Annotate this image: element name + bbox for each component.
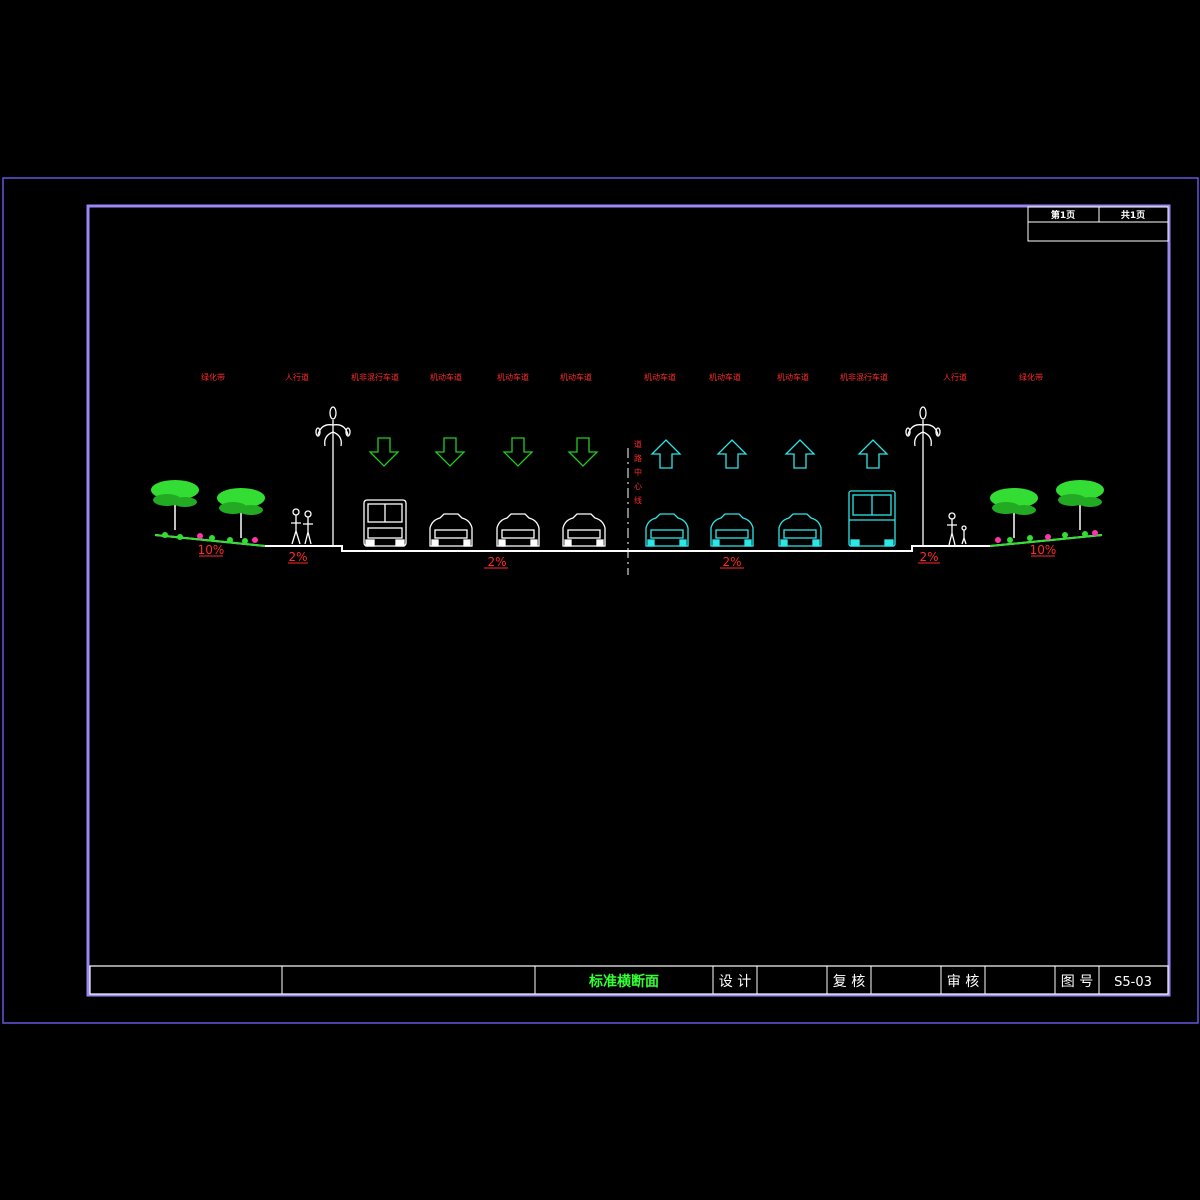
arrow-up-icon [716,439,748,469]
arrow-down-icon [368,437,400,467]
lane-label: 机动车道 [644,372,676,382]
pedestrian-with-child-icon [947,512,967,546]
tree-icon [990,488,1038,538]
svg-text:心: 心 [634,482,642,491]
slope-label: 10% [198,543,225,557]
up-arrows [650,439,889,469]
lane-labels: 绿化带 人行道 机非混行车道 机动车道 机动车道 机动车道 机动车道 机动车道 … [201,372,1043,382]
car-icon [496,513,540,547]
shrubs [162,530,1098,544]
lane-label: 机动车道 [777,372,809,382]
street-lamp-icon [315,406,351,546]
drawing-no-label: 图 号 [1061,974,1093,990]
arrow-up-icon [784,439,816,469]
arrow-down-icon [434,437,466,467]
svg-text:线: 线 [634,495,642,505]
page-number: 第1页 [1051,209,1075,221]
car-icon [429,513,473,547]
drawing-title: 标准横断面 [588,973,659,990]
cross-section-drawing: 第1页 共1页 绿化带 人行道 机非混行车道 机动车道 机动车道 机动车道 机动… [2,177,1199,1024]
arrow-down-icon [502,437,534,467]
drawing-frame [86,204,1171,997]
lane-label: 机非混行车道 [840,372,888,382]
centerline-label: 道 路 中 心 线 [634,439,642,505]
slope-label: 2% [288,550,307,564]
svg-text:道: 道 [634,439,642,449]
slope-label: 10% [1030,543,1057,557]
tree-icon [1056,480,1104,530]
svg-text:路: 路 [634,453,642,463]
slope-label: 2% [487,555,506,569]
arrow-down-icon [567,437,599,467]
street-lamp-icon [905,406,941,546]
lane-label: 绿化带 [201,372,225,382]
lane-label: 人行道 [943,372,967,382]
arrow-up-icon [650,439,682,469]
slope-label: 2% [722,555,741,569]
svg-text:中: 中 [634,467,642,477]
outer-border [2,177,1199,1024]
bus-icon [848,490,896,547]
check-label: 复 核 [833,973,865,990]
lane-label: 机动车道 [560,372,592,382]
slope-label: 2% [919,550,938,564]
car-icon [562,513,606,547]
lane-label: 机动车道 [430,372,462,382]
page-total: 共1页 [1121,209,1145,221]
lane-label: 机动车道 [709,372,741,382]
lane-label: 机动车道 [497,372,529,382]
car-icon [710,513,754,547]
down-arrows [368,437,599,467]
design-label: 设 计 [719,974,751,990]
drawing-no: S5-03 [1114,975,1152,990]
arrow-up-icon [857,439,889,469]
car-icon [645,513,689,547]
car-icon [778,513,822,547]
tree-icon [151,480,199,530]
lane-label: 人行道 [285,372,309,382]
tree-icon [217,488,265,538]
lane-label: 机非混行车道 [351,372,399,382]
pedestrians-icon [291,508,313,545]
review-label: 审 核 [947,974,979,990]
title-block: 标准横断面 设 计 复 核 审 核 图 号 S5-03 [89,965,1169,995]
bus-icon [363,499,407,547]
page-info-box: 第1页 共1页 [1027,206,1169,242]
lane-label: 绿化带 [1019,372,1043,382]
